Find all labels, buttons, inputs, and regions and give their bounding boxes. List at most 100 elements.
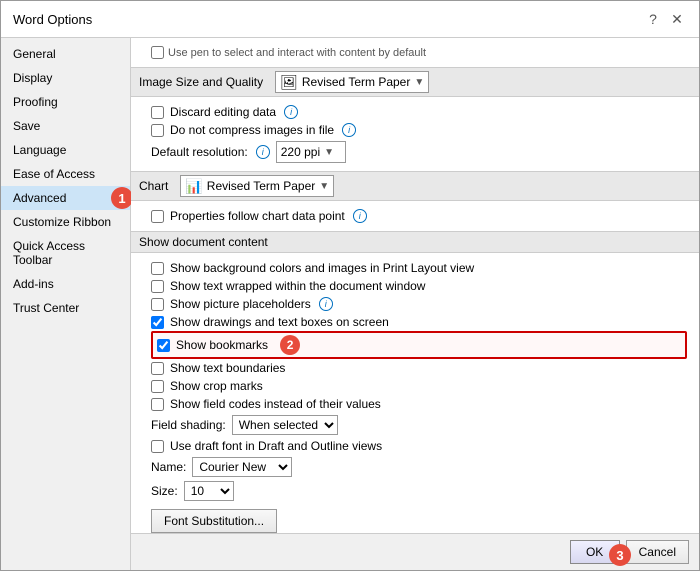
resolution-info-icon[interactable]: i (256, 145, 270, 159)
sidebar-item-ease-of-access[interactable]: Ease of Access (1, 162, 130, 186)
main-content: Use pen to select and interact with cont… (131, 38, 699, 570)
draft-font-label[interactable]: Use draft font in Draft and Outline view… (170, 439, 382, 453)
dialog-body: General Display Proofing Save Language E… (1, 38, 699, 570)
picture-info-icon[interactable]: i (319, 297, 333, 311)
show-text-boundaries-label[interactable]: Show text boundaries (170, 361, 285, 375)
chart-header: Chart 📊 Revised Term Paper ▼ (131, 171, 699, 201)
name-label: Name: (151, 460, 186, 474)
show-crop-marks-label[interactable]: Show crop marks (170, 379, 263, 393)
content-area: Use pen to select and interact with cont… (131, 38, 699, 533)
show-field-codes-checkbox[interactable] (151, 398, 164, 411)
size-label: Size: (151, 484, 178, 498)
field-shading-select[interactable]: When selected Always Never (232, 415, 338, 435)
sidebar-item-customize-ribbon[interactable]: Customize Ribbon (1, 210, 130, 234)
chart-arrow: ▼ (319, 181, 329, 192)
show-text-wrapped-checkbox[interactable] (151, 280, 164, 293)
title-bar: Word Options ? ✕ (1, 1, 699, 38)
show-bookmarks-label[interactable]: Show bookmarks (176, 338, 268, 352)
show-bg-colors-label[interactable]: Show background colors and images in Pri… (170, 261, 474, 275)
font-substitution-button[interactable]: Font Substitution... (151, 509, 277, 533)
use-pen-label: Use pen to select and interact with cont… (168, 47, 426, 59)
close-button[interactable]: ✕ (667, 9, 687, 29)
show-crop-marks-checkbox[interactable] (151, 380, 164, 393)
sidebar-item-general[interactable]: General (1, 42, 130, 66)
show-field-codes-label[interactable]: Show field codes instead of their values (170, 397, 381, 411)
compress-info-icon[interactable]: i (342, 123, 356, 137)
sidebar-item-advanced[interactable]: Advanced 1 (1, 186, 130, 210)
show-doc-content-label: Show document content (139, 235, 268, 249)
discard-editing-label[interactable]: Discard editing data (170, 105, 276, 119)
title-bar-controls: ? ✕ (643, 9, 687, 29)
chart-props-info-icon[interactable]: i (353, 209, 367, 223)
sidebar-item-trust-center[interactable]: Trust Center (1, 296, 130, 320)
show-drawings-label[interactable]: Show drawings and text boxes on screen (170, 315, 389, 329)
show-text-wrapped-label[interactable]: Show text wrapped within the document wi… (170, 279, 425, 293)
show-drawings-checkbox[interactable] (151, 316, 164, 329)
help-button[interactable]: ? (643, 9, 663, 29)
use-pen-checkbox[interactable] (151, 46, 164, 59)
sidebar-item-save[interactable]: Save (1, 114, 130, 138)
show-crop-marks-row: Show crop marks (151, 377, 687, 395)
discard-editing-checkbox[interactable] (151, 106, 164, 119)
discard-info-icon[interactable]: i (284, 105, 298, 119)
image-quality-label: Image Size and Quality (139, 75, 263, 89)
sidebar: General Display Proofing Save Language E… (1, 38, 131, 570)
show-bookmarks-row: ➤ Show bookmarks 2 (151, 331, 687, 359)
show-bg-colors-checkbox[interactable] (151, 262, 164, 275)
show-picture-placeholders-row: Show picture placeholders i (151, 295, 687, 313)
chart-dropdown[interactable]: 📊 Revised Term Paper ▼ (180, 175, 334, 197)
draft-font-checkbox[interactable] (151, 440, 164, 453)
badge-1: 1 (111, 187, 133, 209)
show-picture-placeholders-label[interactable]: Show picture placeholders (170, 297, 311, 311)
show-bookmarks-checkbox[interactable] (157, 339, 170, 352)
size-row: Size: 10 (151, 479, 687, 503)
chart-properties-checkbox[interactable] (151, 210, 164, 223)
dialog-title: Word Options (13, 12, 92, 27)
size-select[interactable]: 10 (184, 481, 234, 501)
footer: 3 OK Cancel (131, 533, 699, 570)
field-shading-label: Field shading: (151, 418, 226, 432)
badge-3: 3 (609, 544, 631, 566)
show-picture-placeholders-checkbox[interactable] (151, 298, 164, 311)
show-doc-content-header: Show document content (131, 231, 699, 253)
sidebar-item-add-ins[interactable]: Add-ins (1, 272, 130, 296)
compress-images-checkbox[interactable] (151, 124, 164, 137)
discard-editing-row: Discard editing data i (151, 103, 687, 121)
chart-properties-row: Properties follow chart data point i (151, 207, 687, 225)
sidebar-item-language[interactable]: Language (1, 138, 130, 162)
show-field-codes-row: Show field codes instead of their values (151, 395, 687, 413)
image-quality-doc: Revised Term Paper (302, 75, 411, 89)
image-quality-arrow: ▼ (414, 77, 424, 88)
chart-properties-label[interactable]: Properties follow chart data point (170, 209, 345, 223)
show-text-boundaries-checkbox[interactable] (151, 362, 164, 375)
sidebar-item-proofing[interactable]: Proofing (1, 90, 130, 114)
image-icon: 🖼 (280, 74, 298, 91)
draft-font-row: Use draft font in Draft and Outline view… (151, 437, 687, 455)
resolution-arrow: ▼ (324, 147, 334, 158)
word-options-dialog: Word Options ? ✕ General Display Proofin… (0, 0, 700, 571)
compress-images-label[interactable]: Do not compress images in file (170, 123, 334, 137)
show-bg-colors-row: Show background colors and images in Pri… (151, 259, 687, 277)
sidebar-item-display[interactable]: Display (1, 66, 130, 90)
name-select[interactable]: Courier New (192, 457, 292, 477)
cancel-button[interactable]: Cancel (626, 540, 689, 564)
font-substitution-row: Font Substitution... (151, 507, 687, 533)
image-quality-dropdown[interactable]: 🖼 Revised Term Paper ▼ (275, 71, 429, 93)
default-resolution-label: Default resolution: (151, 145, 248, 159)
resolution-dropdown[interactable]: 220 ppi ▼ (276, 141, 346, 163)
resolution-value: 220 ppi (281, 145, 320, 159)
chart-label: Chart (139, 179, 168, 193)
name-row: Name: Courier New (151, 455, 687, 479)
show-drawings-row: Show drawings and text boxes on screen (151, 313, 687, 331)
compress-images-row: Do not compress images in file i (151, 121, 687, 139)
field-shading-row: Field shading: When selected Always Neve… (151, 413, 687, 437)
chart-icon: 📊 (185, 178, 202, 195)
chart-doc-label: Revised Term Paper (207, 179, 316, 193)
top-partial-row: Use pen to select and interact with cont… (151, 44, 687, 61)
show-text-boundaries-row: Show text boundaries (151, 359, 687, 377)
sidebar-item-quick-access[interactable]: Quick Access Toolbar (1, 234, 130, 272)
default-resolution-row: Default resolution: i 220 ppi ▼ (151, 139, 687, 165)
image-quality-header: Image Size and Quality 🖼 Revised Term Pa… (131, 67, 699, 97)
show-text-wrapped-row: Show text wrapped within the document wi… (151, 277, 687, 295)
badge-2: 2 (280, 335, 300, 355)
